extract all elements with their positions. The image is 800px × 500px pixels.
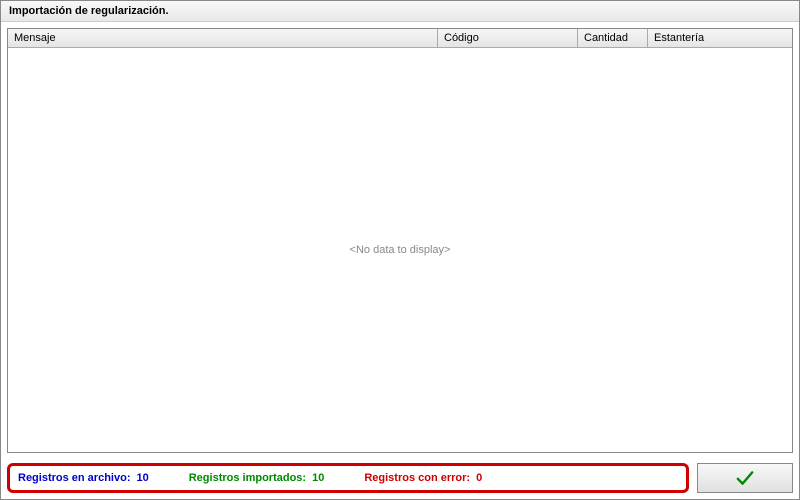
status-error-value: 0 [476,472,482,484]
content-area: Mensaje Código Cantidad Estantería <No d… [1,22,799,459]
status-importados-value: 10 [312,472,324,484]
column-header-cantidad[interactable]: Cantidad [578,29,648,47]
status-archivo-label: Registros en archivo: [18,472,130,484]
status-importados-label: Registros importados: [189,472,306,484]
status-summary-box: Registros en archivo: 10 Registros impor… [7,463,689,493]
window-title: Importación de regularización. [1,1,799,22]
data-grid[interactable]: Mensaje Código Cantidad Estantería <No d… [7,28,793,453]
status-importados: Registros importados: 10 [189,472,325,484]
footer: Registros en archivo: 10 Registros impor… [1,459,799,499]
status-archivo: Registros en archivo: 10 [18,472,149,484]
checkmark-icon [735,470,755,486]
grid-header-row: Mensaje Código Cantidad Estantería [8,29,792,48]
column-header-codigo[interactable]: Código [438,29,578,47]
grid-empty-text: <No data to display> [350,244,451,256]
column-header-mensaje[interactable]: Mensaje [8,29,438,47]
status-error: Registros con error: 0 [364,472,482,484]
ok-button[interactable] [697,463,793,493]
dialog-window: Importación de regularización. Mensaje C… [0,0,800,500]
status-error-label: Registros con error: [364,472,470,484]
grid-body: <No data to display> [8,48,792,452]
column-header-estanteria[interactable]: Estantería [648,29,792,47]
status-archivo-value: 10 [136,472,148,484]
